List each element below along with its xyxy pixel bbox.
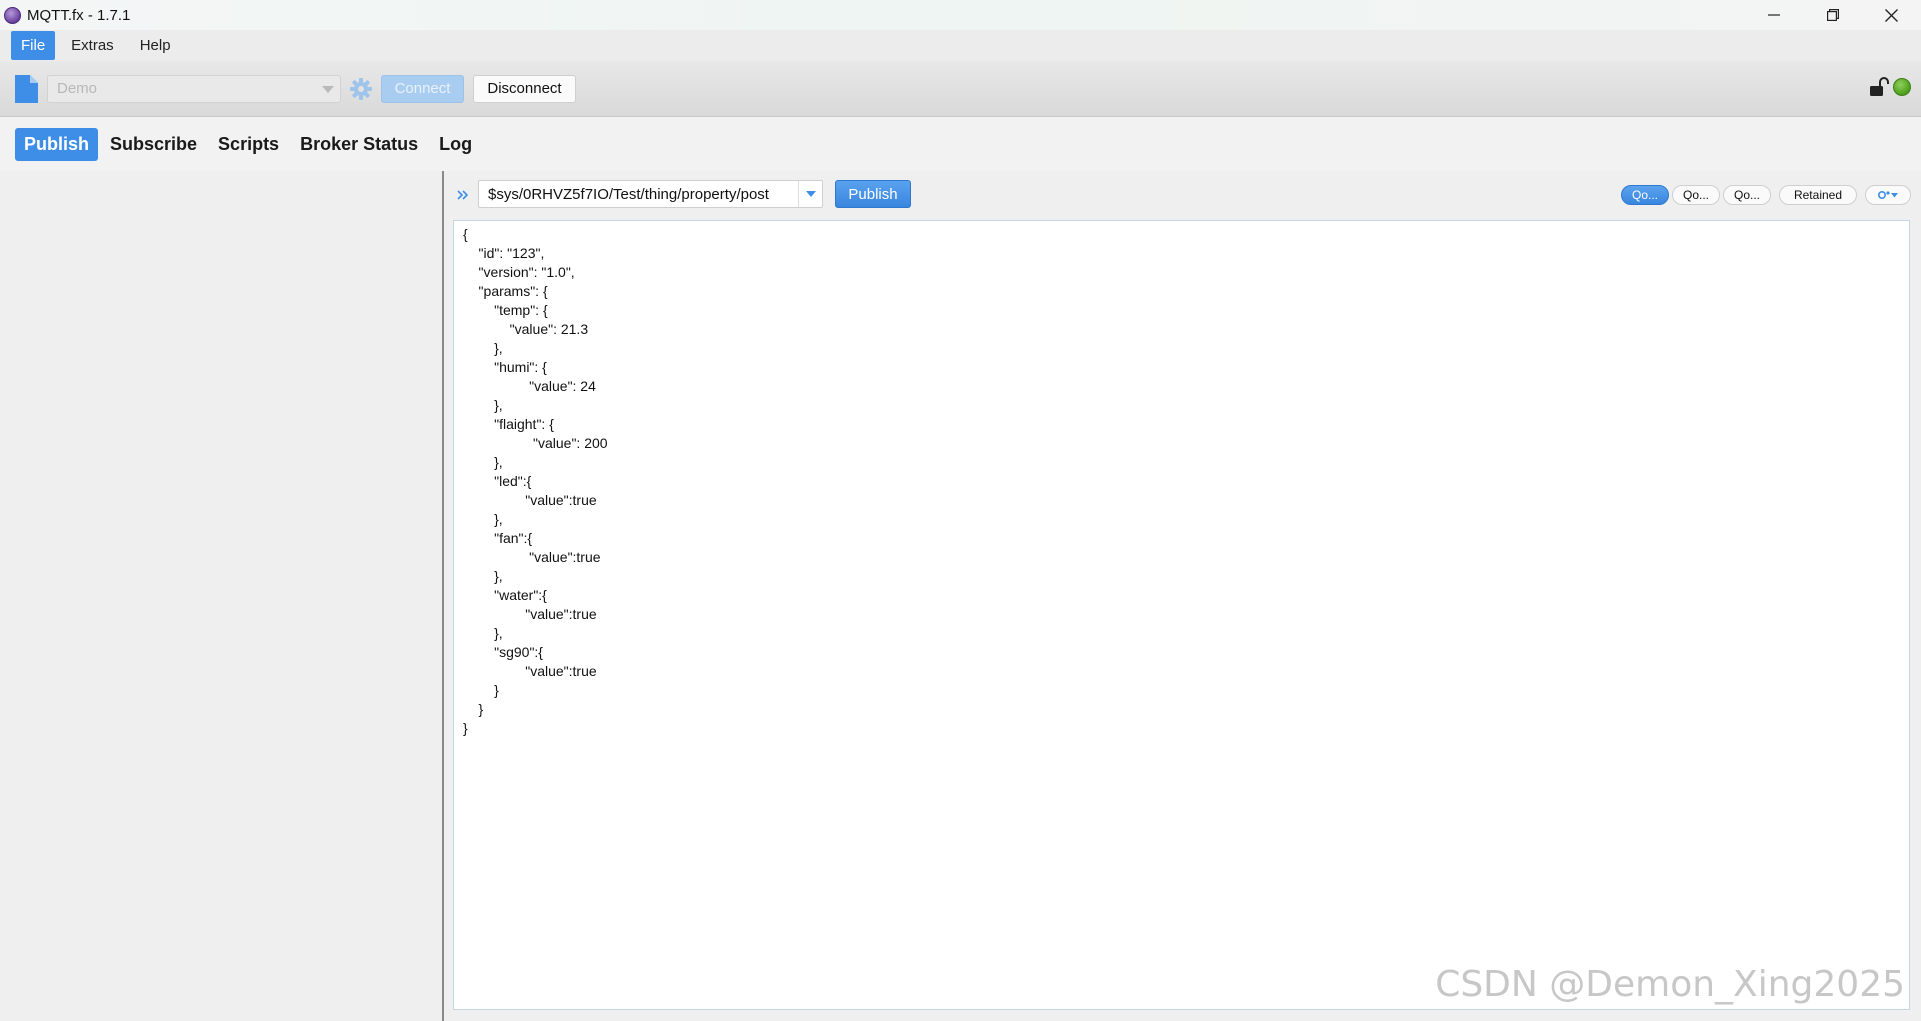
title-bar: MQTT.fx - 1.7.1 bbox=[0, 0, 1921, 30]
edit-profiles-icon[interactable] bbox=[14, 74, 39, 104]
minimize-button[interactable] bbox=[1744, 0, 1803, 30]
gear-icon[interactable] bbox=[349, 77, 373, 101]
menu-extras[interactable]: Extras bbox=[61, 31, 124, 60]
tab-scripts[interactable]: Scripts bbox=[209, 128, 288, 161]
chevron-down-icon bbox=[322, 85, 334, 93]
double-chevron-right-icon[interactable] bbox=[456, 188, 470, 202]
tab-log[interactable]: Log bbox=[430, 128, 481, 161]
payload-editor[interactable]: { "id": "123", "version": "1.0", "params… bbox=[453, 220, 1910, 1010]
unlock-icon bbox=[1870, 77, 1889, 96]
connect-button[interactable]: Connect bbox=[381, 74, 464, 103]
publish-history-panel bbox=[0, 171, 442, 1021]
publish-topic-row: Publish Qo... Qo... Qo... Retained bbox=[444, 171, 1921, 221]
app-logo-icon bbox=[4, 6, 21, 24]
tab-publish[interactable]: Publish bbox=[15, 127, 99, 161]
menu-bar: File Extras Help bbox=[0, 30, 1921, 61]
main-tabs: Publish Subscribe Scripts Broker Status … bbox=[0, 117, 1921, 171]
chevron-down-icon bbox=[805, 191, 816, 197]
settings-dropdown-icon bbox=[1877, 190, 1898, 200]
qos-1-toggle[interactable]: Qo... bbox=[1672, 185, 1720, 205]
status-led-icon bbox=[1893, 78, 1911, 96]
close-icon bbox=[1885, 8, 1898, 22]
minimize-icon bbox=[1767, 14, 1780, 16]
payload-text: { "id": "123", "version": "1.0", "params… bbox=[463, 226, 608, 736]
tab-subscribe[interactable]: Subscribe bbox=[101, 128, 206, 161]
menu-file[interactable]: File bbox=[11, 31, 56, 60]
disconnect-button[interactable]: Disconnect bbox=[473, 74, 576, 103]
window-controls bbox=[1744, 0, 1921, 30]
watermark: CSDN @Demon_Xing2025 bbox=[1435, 964, 1905, 1005]
retained-toggle[interactable]: Retained bbox=[1779, 185, 1857, 205]
menu-help[interactable]: Help bbox=[130, 31, 181, 60]
qos-2-toggle[interactable]: Qo... bbox=[1723, 185, 1771, 205]
topic-input[interactable] bbox=[479, 181, 797, 207]
profile-select-value: Demo bbox=[57, 80, 98, 97]
restore-icon bbox=[1826, 9, 1839, 21]
connection-toolbar: Demo Connect Disconnect bbox=[0, 61, 1921, 117]
close-button[interactable] bbox=[1862, 0, 1921, 30]
tab-broker-status[interactable]: Broker Status bbox=[291, 128, 427, 161]
window-title: MQTT.fx - 1.7.1 bbox=[27, 6, 131, 24]
topic-dropdown-button[interactable] bbox=[798, 181, 822, 207]
publish-button[interactable]: Publish bbox=[835, 180, 911, 208]
publish-panel: Publish Qo... Qo... Qo... Retained { "id… bbox=[444, 171, 1921, 1021]
topic-combobox bbox=[478, 180, 823, 208]
qos-0-toggle[interactable]: Qo... bbox=[1621, 185, 1669, 205]
maximize-button[interactable] bbox=[1803, 0, 1862, 30]
publish-options: Qo... Qo... Qo... Retained bbox=[1618, 185, 1911, 205]
connection-status bbox=[1868, 76, 1911, 98]
publish-settings-menu[interactable] bbox=[1865, 185, 1911, 205]
connection-profile-select[interactable]: Demo bbox=[47, 74, 341, 103]
